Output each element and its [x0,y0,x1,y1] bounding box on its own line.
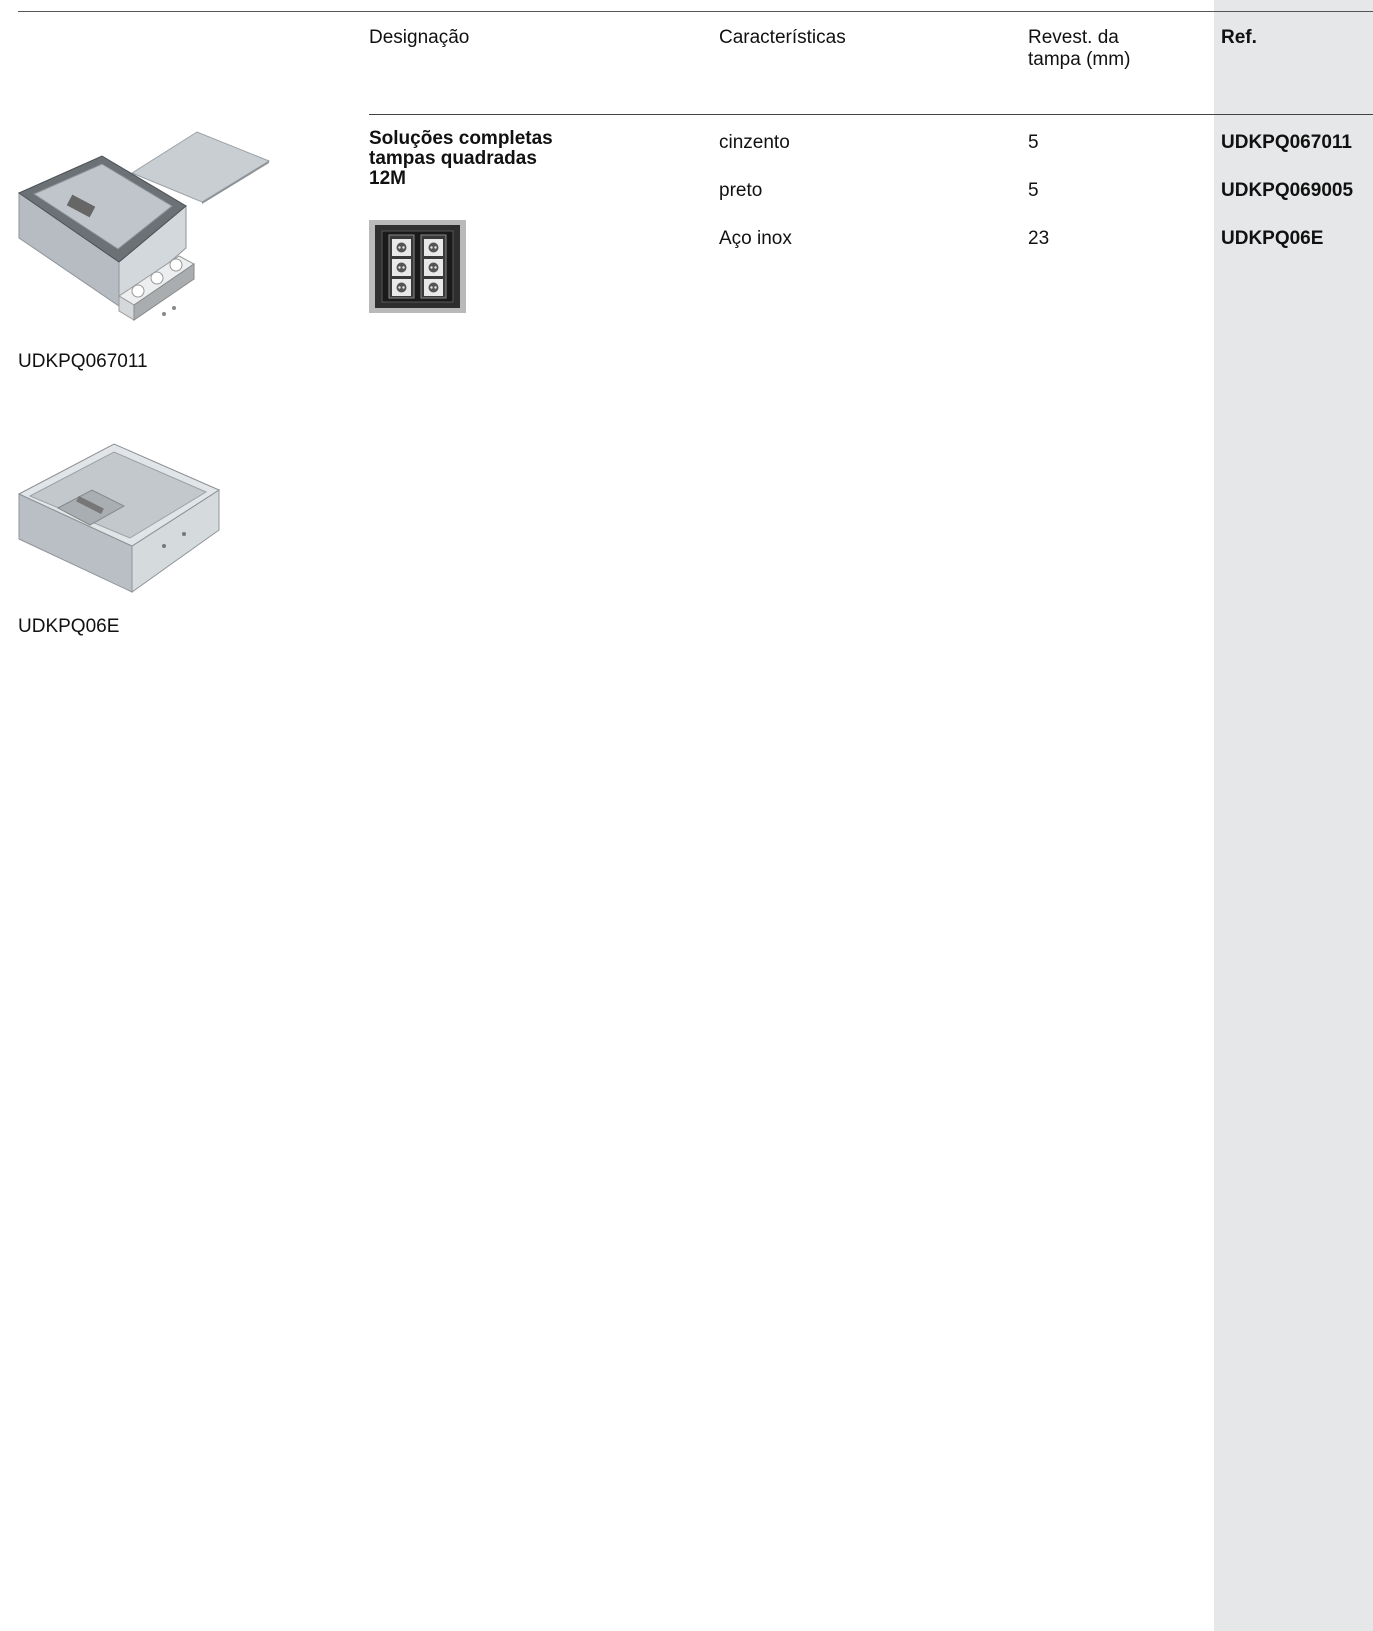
row-1-coating: 5 [1028,132,1039,153]
row-2-characteristic: preto [719,180,763,201]
socket-insert-thumbnail-icon [369,220,466,313]
header-rule [369,114,1373,115]
row-2-coating: 5 [1028,180,1039,201]
designation-line2: tampas quadradas [369,148,537,169]
row-3-characteristic: Aço inox [719,228,792,249]
product-caption-2: UDKPQ06E [18,616,120,637]
top-rule [18,11,1373,12]
designation-line3: 12M [369,168,406,189]
header-designation: Designação [369,27,470,48]
row-3-coating: 23 [1028,228,1050,249]
floor-box-with-cover-image-icon [14,128,274,338]
row-1-ref: UDKPQ067011 [1221,132,1352,153]
header-coating-line2: tampa (mm) [1028,49,1131,70]
header-characteristics: Características [719,27,846,48]
header-ref: Ref. [1221,27,1257,48]
header-coating-line1: Revest. da [1028,27,1119,48]
row-2-ref: UDKPQ069005 [1221,180,1354,201]
designation-cell: Soluções completas tampas quadradas 12M [369,129,629,189]
stainless-floor-box-image-icon [14,442,224,594]
header-coating: Revest. da tampa (mm) [1028,27,1130,71]
row-3-ref: UDKPQ06E [1221,228,1324,249]
designation-line1: Soluções completas [369,128,553,149]
row-1-characteristic: cinzento [719,132,790,153]
product-caption-1: UDKPQ067011 [18,351,148,372]
